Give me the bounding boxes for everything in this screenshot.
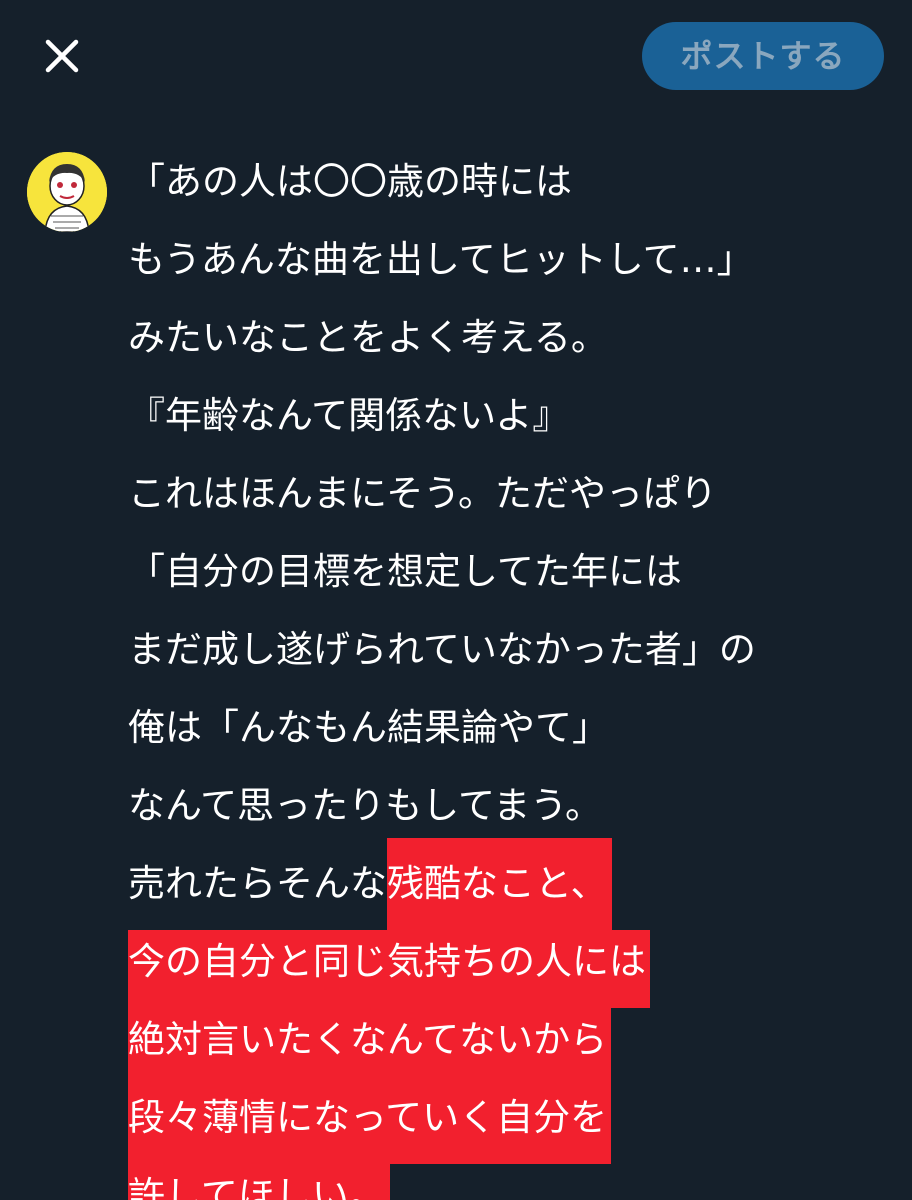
- post-text-line: 売れたらそんな残酷なこと、: [128, 838, 868, 930]
- highlighted-text-segment: 今の自分と同じ気持ちの人には: [128, 930, 650, 1008]
- post-text-segment: まだ成し遂げられていなかった者」の: [128, 628, 756, 671]
- post-text-line: 絶対言いたくなんてないから: [128, 1008, 868, 1086]
- post-text-line: 許してほしい。: [128, 1164, 868, 1200]
- avatar[interactable]: [27, 152, 107, 232]
- post-text-segment: 俺は「んなもん結果論やて」: [128, 706, 609, 749]
- post-text-segment: みたいなことをよく考える。: [128, 316, 608, 359]
- post-text-line: 段々薄情になっていく自分を: [128, 1086, 868, 1164]
- highlighted-text-segment: 段々薄情になっていく自分を: [128, 1086, 612, 1164]
- close-icon: [45, 39, 79, 73]
- post-text-line: 「あの人は〇〇歳の時には: [128, 150, 868, 228]
- post-text-line: これはほんまにそう。ただやっぱり: [128, 462, 868, 540]
- post-text-segment: 売れたらそんな: [128, 862, 387, 905]
- post-text-segment: 『年齢なんて関係ないよ』: [128, 394, 570, 437]
- post-text-line: 俺は「んなもん結果論やて」: [128, 696, 868, 774]
- post-text-line: 「自分の目標を想定してた年には: [128, 540, 868, 618]
- close-button[interactable]: [36, 30, 88, 82]
- highlighted-text-segment: 許してほしい。: [128, 1164, 390, 1200]
- post-text-segment: なんて思ったりもしてまう。: [128, 784, 602, 827]
- post-text-segment: 「自分の目標を想定してた年には: [128, 550, 682, 593]
- post-text-segment: これはほんまにそう。ただやっぱり: [128, 472, 718, 515]
- post-button[interactable]: ポストする: [642, 22, 884, 90]
- post-text-segment: 「あの人は〇〇歳の時には: [128, 160, 572, 203]
- highlighted-text-segment: 絶対言いたくなんてないから: [128, 1008, 612, 1086]
- post-text-segment: もうあんな曲を出してヒットして…」: [128, 238, 754, 281]
- avatar-illustration-icon: [27, 152, 107, 232]
- highlighted-text-segment: 残酷なこと、: [387, 838, 612, 930]
- post-text-line: まだ成し遂げられていなかった者」の: [128, 618, 868, 696]
- post-text-line: 『年齢なんて関係ないよ』: [128, 384, 868, 462]
- post-text-line: 今の自分と同じ気持ちの人には: [128, 930, 868, 1008]
- post-text-line: もうあんな曲を出してヒットして…」: [128, 228, 868, 306]
- post-text-line: みたいなことをよく考える。: [128, 306, 868, 384]
- post-text[interactable]: 「あの人は〇〇歳の時にはもうあんな曲を出してヒットして…」 みたいなことをよく考え…: [128, 150, 868, 1200]
